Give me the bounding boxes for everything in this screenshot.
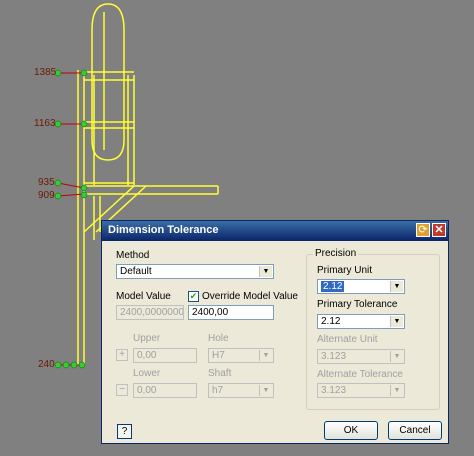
dimension-label-1163[interactable]: 1163 [34, 118, 56, 129]
chevron-down-icon: ▼ [259, 350, 272, 361]
restore-icon: ⟳ [418, 224, 428, 236]
alternate-tolerance-select[interactable]: 3.123 ▼ [317, 383, 405, 398]
alternate-unit-label: Alternate Unit [317, 334, 378, 345]
alternate-tolerance-label: Alternate Tolerance [317, 369, 403, 380]
dimension-label-935[interactable]: 935 [38, 177, 55, 188]
close-button[interactable]: ✕ [432, 223, 446, 237]
lower-label: Lower [133, 368, 161, 379]
ok-button[interactable]: OK [324, 421, 378, 440]
primary-tolerance-select[interactable]: 2.12 ▼ [317, 314, 405, 329]
handle-outline [91, 3, 125, 161]
override-value-input[interactable]: 2400,00 [188, 305, 274, 320]
precision-group-title: Precision [313, 248, 359, 259]
dialog-title: Dimension Tolerance [108, 224, 219, 236]
dim-point [80, 191, 88, 199]
dim-point [54, 192, 62, 200]
chevron-down-icon: ▼ [259, 266, 272, 277]
chevron-down-icon: ▼ [259, 385, 272, 396]
minus-button[interactable]: − [116, 384, 128, 396]
method-select[interactable]: Default ▼ [116, 264, 274, 279]
dim-point [54, 361, 62, 369]
shaft-select[interactable]: h7 ▼ [208, 383, 274, 398]
method-label: Method [116, 250, 150, 261]
restore-button[interactable]: ⟳ [416, 223, 430, 237]
hole-select[interactable]: H7 ▼ [208, 348, 274, 363]
dimension-tolerance-dialog: Dimension Tolerance ⟳ ✕ Method Default ▼… [101, 220, 449, 444]
dimension-label-240[interactable]: 240 [38, 359, 55, 370]
chevron-down-icon: ▼ [390, 316, 403, 327]
override-checkbox[interactable]: ✔ [188, 291, 199, 302]
dim-point [70, 361, 78, 369]
lower-input[interactable]: 0,00 [133, 383, 197, 398]
dimension-points[interactable] [54, 69, 88, 369]
chevron-down-icon: ▼ [390, 281, 403, 292]
primary-tolerance-label: Primary Tolerance [317, 299, 398, 310]
primary-unit-select[interactable]: 2.12 ▼ [317, 279, 405, 294]
shaft-label: Shaft [208, 368, 232, 379]
chevron-down-icon: ▼ [390, 351, 403, 362]
dim-point [78, 361, 86, 369]
model-value-field: 2400,00000000 [116, 305, 184, 320]
hole-label: Hole [208, 333, 229, 344]
help-button[interactable]: ? [117, 424, 132, 439]
cancel-button[interactable]: Cancel [388, 421, 442, 440]
dimension-label-1385[interactable]: 1385 [34, 67, 56, 78]
dialog-titlebar[interactable]: Dimension Tolerance ⟳ ✕ [102, 221, 448, 241]
model-value-label: Model Value [116, 291, 171, 302]
plus-button[interactable]: + [116, 349, 128, 361]
dimension-lines [57, 72, 85, 366]
upper-label: Upper [133, 333, 161, 344]
close-icon: ✕ [434, 224, 444, 236]
dim-point [62, 361, 70, 369]
precision-group: Precision Primary Unit 2.12 ▼ Primary To… [306, 248, 440, 410]
chevron-down-icon: ▼ [390, 385, 403, 396]
dimension-label-909[interactable]: 909 [38, 190, 55, 201]
override-label: Override Model Value [202, 291, 298, 302]
dim-point [80, 69, 88, 77]
dim-point [80, 120, 88, 128]
dim-point [80, 184, 88, 192]
upper-input[interactable]: 0,00 [133, 348, 197, 363]
dim-point [54, 179, 62, 187]
checkmark-icon: ✔ [189, 291, 198, 301]
alternate-unit-select[interactable]: 3.123 ▼ [317, 349, 405, 364]
primary-unit-label: Primary Unit [317, 265, 373, 276]
